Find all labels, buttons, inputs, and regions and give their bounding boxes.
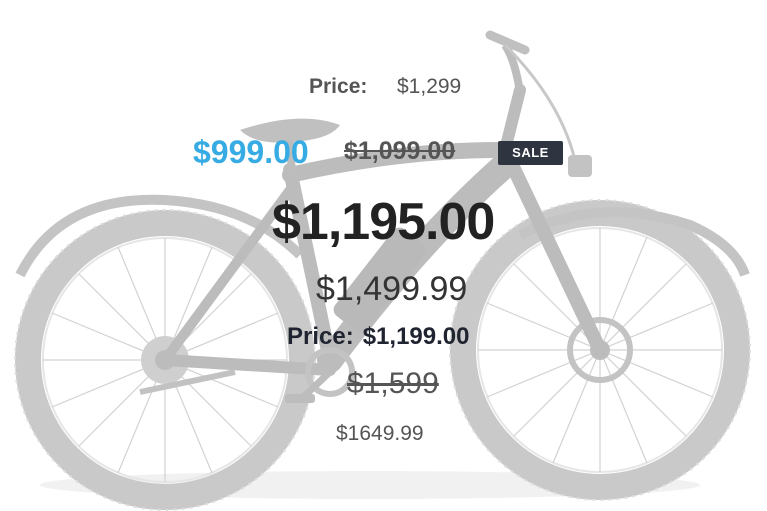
large-price: $1,195.00: [272, 193, 495, 251]
price-value: $1,299: [397, 75, 462, 98]
original-price: $1,099.00: [344, 137, 456, 165]
price-row-value: $1,199.00: [362, 323, 470, 350]
medium-price: $1,499.99: [316, 270, 468, 308]
price-row: Price: $1,199.00: [287, 325, 469, 349]
sale-badge: SALE: [498, 141, 563, 165]
price-row-label: Price:: [287, 323, 354, 350]
sale-price: $999.00: [193, 134, 309, 170]
small-price: $1649.99: [336, 422, 424, 445]
price-label: Price:: [309, 75, 368, 98]
strikethrough-price: $1,599: [347, 367, 439, 400]
